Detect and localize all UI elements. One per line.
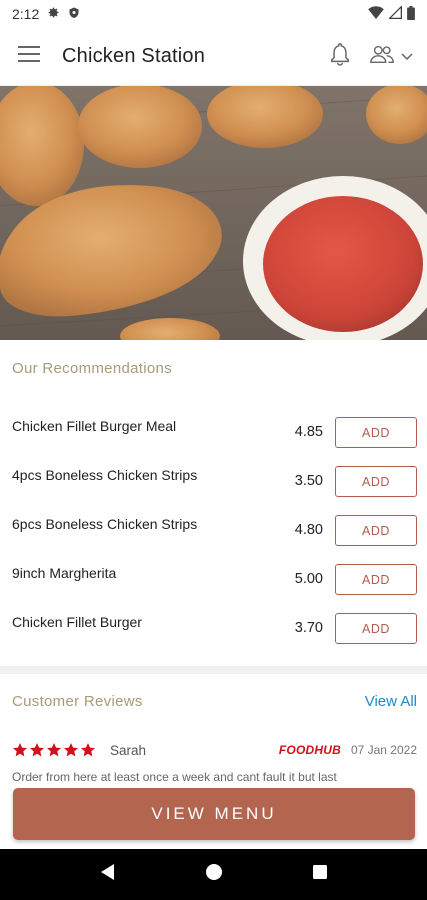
hamburger-menu-icon[interactable] [18,46,40,67]
back-icon[interactable] [99,863,117,886]
page-title: Chicken Station [62,45,206,67]
reviews-header: Customer Reviews View All [12,693,417,710]
add-button[interactable]: ADD [335,515,417,546]
menu-item-price: 5.00 [294,571,323,587]
menu-list: Chicken Fillet Burger Meal 4.85 ADD 4pcs… [0,408,427,653]
add-button[interactable]: ADD [335,466,417,497]
menu-item: 6pcs Boneless Chicken Strips 4.80 ADD [0,506,427,555]
menu-item-name: 6pcs Boneless Chicken Strips [12,516,198,532]
wifi-icon [368,6,384,22]
bell-icon[interactable] [329,42,351,71]
user-menu[interactable] [369,44,413,69]
menu-item-price: 3.70 [294,620,323,636]
review-date: 07 Jan 2022 [350,743,417,757]
shield-icon [68,6,80,22]
section-title-reviews: Customer Reviews [12,693,143,710]
section-divider [0,666,427,674]
menu-item: Chicken Fillet Burger 3.70 ADD [0,604,427,653]
status-bar: 2:12 [0,0,427,28]
chevron-down-icon[interactable] [401,48,413,66]
menu-item-price: 4.85 [294,424,323,440]
star-icon [13,743,27,757]
status-left: 2:12 [12,6,80,22]
signal-icon [388,5,402,22]
review-source-logo: FOODHUB [278,743,341,757]
menu-item-name: 4pcs Boneless Chicken Strips [12,467,198,483]
home-icon[interactable] [205,863,223,886]
star-icon [81,743,95,757]
review-item: Sarah FOODHUB 07 Jan 2022 [12,742,417,758]
menu-item-name: Chicken Fillet Burger [12,614,142,630]
menu-item-name: 9inch Margherita [12,565,117,581]
reviewer-name: Sarah [110,742,147,758]
add-button[interactable]: ADD [335,613,417,644]
status-right [368,5,415,23]
star-icon [30,743,44,757]
add-button[interactable]: ADD [335,417,417,448]
view-menu-button[interactable]: VIEW MENU [13,788,415,840]
review-text: Order from here at least once a week and… [12,770,337,784]
recents-icon[interactable] [312,864,328,885]
star-icon [47,743,61,757]
app-actions [329,42,413,71]
star-rating [12,742,96,758]
menu-item: Chicken Fillet Burger Meal 4.85 ADD [0,408,427,457]
gear-icon [47,6,60,22]
menu-item-price: 4.80 [294,522,323,538]
recommendations-section: Our Recommendations Chicken Fillet Burge… [0,340,427,666]
menu-item-name: Chicken Fillet Burger Meal [12,418,177,434]
menu-item-price: 3.50 [294,473,323,489]
app-bar: Chicken Station [0,28,427,86]
hero-image [0,86,427,340]
menu-item: 4pcs Boneless Chicken Strips 3.50 ADD [0,457,427,506]
user-group-icon[interactable] [369,44,395,69]
view-all-link[interactable]: View All [365,693,417,710]
star-icon [64,743,78,757]
battery-icon [407,5,415,23]
menu-item: 9inch Margherita 5.00 ADD [0,555,427,604]
section-title-recommendations: Our Recommendations [12,360,172,377]
reviews-section: Customer Reviews View All Sarah FOODHUB … [0,674,427,784]
add-button[interactable]: ADD [335,564,417,595]
system-nav-bar [0,849,427,900]
status-time: 2:12 [12,6,40,22]
fried-chicken-with-sauce-photo [0,86,427,340]
